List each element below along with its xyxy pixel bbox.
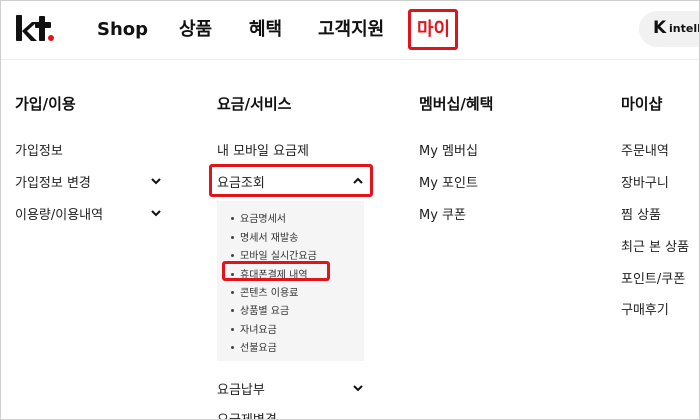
phone-payment-highlight-box <box>222 261 330 281</box>
submenu-item-realtime-charge[interactable]: 모바일 실시간요금 <box>231 247 317 262</box>
menu-item-bill-payment[interactable]: 요금납부 <box>217 379 265 398</box>
submenu-item-prepaid-charge[interactable]: 선불요금 <box>231 339 277 354</box>
chevron-down-icon[interactable] <box>149 206 163 220</box>
submenu-item-child-charge[interactable]: 자녀요금 <box>231 321 277 336</box>
billing-inquiry-submenu <box>217 201 364 361</box>
mega-menu-frame: Shop 상품 혜택 고객지원 마이 K intellig 가입/이용 가입정보… <box>0 0 700 420</box>
billing-inquiry-highlight-box <box>209 164 373 197</box>
nav-customer-support[interactable]: 고객지원 <box>318 17 384 43</box>
menu-item-my-coupons[interactable]: My 쿠폰 <box>419 204 466 223</box>
menu-item-order-history[interactable]: 주문내역 <box>621 140 669 159</box>
column-title-myshop: 마이샵 <box>621 95 663 113</box>
menu-item-points-coupons[interactable]: 포인트/쿠폰 <box>621 268 685 287</box>
submenu-item-statement-resend[interactable]: 명세서 재발송 <box>231 229 298 244</box>
menu-item-cart[interactable]: 장바구니 <box>621 172 669 191</box>
submenu-item-bill-statement[interactable]: 요금명세서 <box>231 210 286 225</box>
column-title-membership: 멤버십/혜택 <box>419 95 494 113</box>
menu-item-reviews[interactable]: 구매후기 <box>621 299 669 318</box>
kt-intelligence-button[interactable]: K intellig <box>639 11 699 47</box>
brand-k-logo: K <box>653 18 667 38</box>
menu-item-mobile-plan[interactable]: 내 모바일 요금제 <box>217 140 309 159</box>
menu-item-recently-viewed[interactable]: 최근 본 상품 <box>621 236 689 255</box>
global-header: Shop 상품 혜택 고객지원 마이 K intellig <box>1 1 699 59</box>
chevron-down-icon[interactable] <box>149 174 163 188</box>
submenu-item-content-fee[interactable]: 콘텐츠 이용료 <box>231 284 298 299</box>
menu-item-subscription-change[interactable]: 가입정보 변경 <box>15 172 91 191</box>
submenu-item-product-charge[interactable]: 상품별 요금 <box>231 302 289 317</box>
header-divider <box>1 59 699 60</box>
menu-item-my-membership[interactable]: My 멤버십 <box>419 140 478 159</box>
kt-logo[interactable] <box>15 13 55 45</box>
nav-my-highlight-box <box>408 9 458 50</box>
menu-item-my-points[interactable]: My 포인트 <box>419 172 478 191</box>
menu-item-plan-change[interactable]: 요금제변경 <box>217 409 277 419</box>
nav-shop[interactable]: Shop <box>97 17 148 43</box>
menu-item-subscription-info[interactable]: 가입정보 <box>15 140 63 159</box>
menu-item-wishlist[interactable]: 찜 상품 <box>621 204 661 223</box>
nav-products[interactable]: 상품 <box>179 17 212 43</box>
column-title-billing: 요금/서비스 <box>217 95 292 113</box>
menu-item-usage-history[interactable]: 이용량/이용내역 <box>15 204 103 223</box>
kt-logo-icon <box>16 15 54 41</box>
brand-text: intellig <box>669 22 699 35</box>
nav-benefits[interactable]: 혜택 <box>249 17 282 43</box>
column-title-subscription: 가입/이용 <box>15 95 76 113</box>
chevron-down-icon[interactable] <box>351 381 365 395</box>
